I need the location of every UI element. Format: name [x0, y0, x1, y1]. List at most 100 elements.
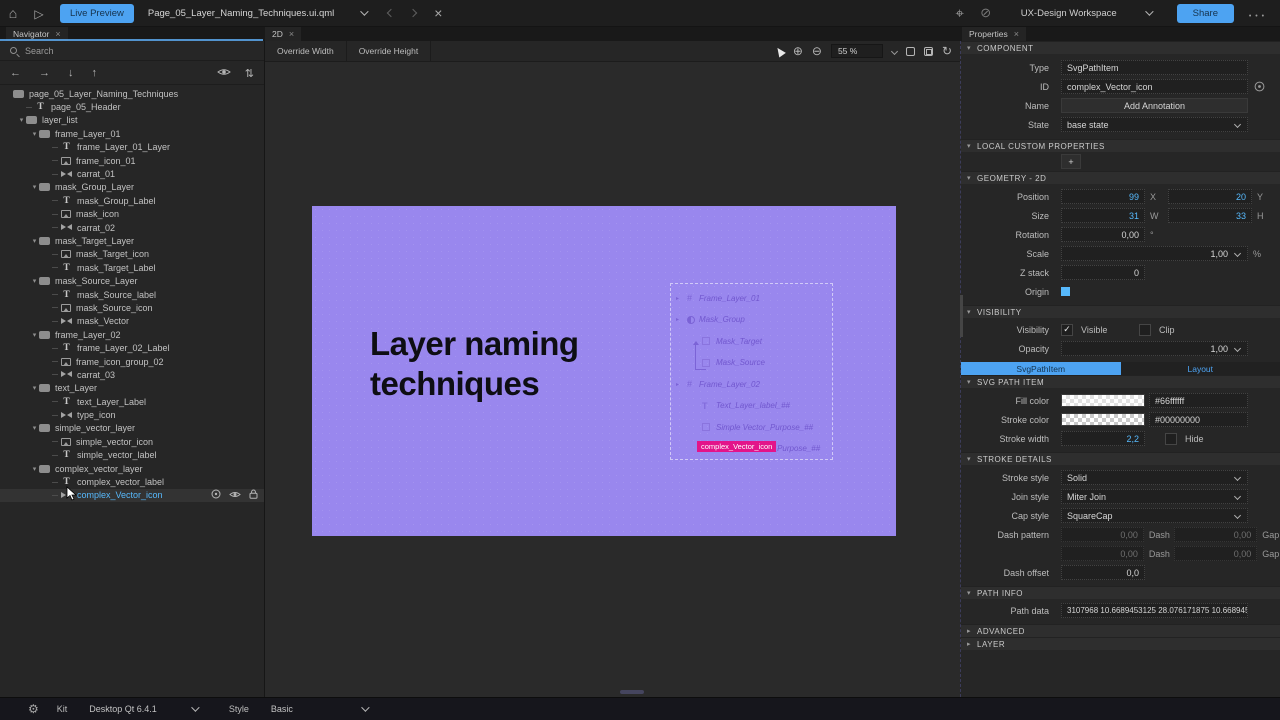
- join-style-dropdown[interactable]: Miter Join: [1061, 489, 1248, 504]
- stroke-width-field[interactable]: 2,2: [1061, 431, 1145, 446]
- tree-item-mask_Source_label[interactable]: Tmask_Source_label: [0, 288, 264, 301]
- tree-item-complex_Vector_icon[interactable]: complex_Vector_icon: [0, 489, 264, 502]
- search-input[interactable]: [25, 46, 225, 56]
- tree-item-text_Layer[interactable]: ▾text_Layer: [0, 382, 264, 395]
- tree-item-carrat_03[interactable]: carrat_03: [0, 368, 264, 381]
- tree-item-layer_list[interactable]: ▾layer_list: [0, 114, 264, 127]
- position-y-field[interactable]: 20: [1168, 189, 1252, 204]
- tree-item-page_05_Layer_Naming_Techniques[interactable]: page_05_Layer_Naming_Techniques: [0, 87, 264, 100]
- size-w-field[interactable]: 31: [1061, 208, 1145, 223]
- clip-checkbox[interactable]: [1139, 324, 1151, 336]
- properties-scrollbar[interactable]: [960, 295, 963, 337]
- file-tab[interactable]: Page_05_Layer_Naming_Techniques.ui.qml: [148, 5, 443, 21]
- artboard[interactable]: Layer naming techniques complex_Vector_i…: [312, 206, 896, 536]
- tree-item-mask_icon[interactable]: mask_icon: [0, 208, 264, 221]
- expand-caret-icon[interactable]: ▾: [30, 183, 39, 191]
- section-layer[interactable]: ▸ LAYER: [961, 637, 1280, 650]
- select-tool-icon[interactable]: [774, 45, 786, 57]
- hide-checkbox[interactable]: [1165, 433, 1177, 445]
- section-component[interactable]: ▾ COMPONENT: [961, 41, 1280, 54]
- expand-caret-icon[interactable]: ▾: [30, 424, 39, 432]
- section-advanced[interactable]: ▸ ADVANCED: [961, 624, 1280, 637]
- tree-item-frame_icon_01[interactable]: frame_icon_01: [0, 154, 264, 167]
- tree-item-type_icon[interactable]: type_icon: [0, 408, 264, 421]
- tab-2d-close-icon[interactable]: ×: [289, 29, 294, 39]
- add-annotation-button[interactable]: Add Annotation: [1061, 98, 1248, 113]
- tree-item-simple_vector_label[interactable]: Tsimple_vector_label: [0, 449, 264, 462]
- style-selector[interactable]: Basic: [271, 704, 293, 714]
- rotation-field[interactable]: 0,00: [1061, 227, 1145, 242]
- expand-caret-icon[interactable]: ▾: [30, 277, 39, 285]
- tab-layout[interactable]: Layout: [1121, 362, 1280, 375]
- run-icon[interactable]: [26, 6, 52, 21]
- section-path-info[interactable]: ▾ PATH INFO: [961, 586, 1280, 599]
- expand-caret-icon[interactable]: ▾: [30, 331, 39, 339]
- tree-item-frame_Layer_02_Label[interactable]: Tframe_Layer_02_Label: [0, 341, 264, 354]
- zstack-field[interactable]: 0: [1061, 265, 1145, 280]
- zoom-out-icon[interactable]: [812, 44, 822, 58]
- more-menu-icon[interactable]: [1244, 6, 1270, 21]
- tree-item-mask_Group_Layer[interactable]: ▾mask_Group_Layer: [0, 181, 264, 194]
- size-h-field[interactable]: 33: [1168, 208, 1252, 223]
- cap-style-dropdown[interactable]: SquareCap: [1061, 508, 1248, 523]
- move-right-icon[interactable]: →: [39, 67, 50, 79]
- tab-navigator-close-icon[interactable]: ×: [55, 29, 60, 39]
- tree-item-mask_Source_Layer[interactable]: ▾mask_Source_Layer: [0, 274, 264, 287]
- stroke-color-hex-field[interactable]: #00000000: [1149, 412, 1248, 427]
- gap2-field[interactable]: 0,00: [1174, 546, 1257, 561]
- expand-caret-icon[interactable]: ▾: [30, 130, 39, 138]
- stroke-color-swatch[interactable]: [1061, 413, 1145, 426]
- override-height-button[interactable]: Override Height: [347, 41, 432, 61]
- zoom-in-icon[interactable]: [793, 44, 803, 58]
- section-visibility[interactable]: ▾ VISIBILITY: [961, 305, 1280, 318]
- tree-item-mask_Source_icon[interactable]: mask_Source_icon: [0, 301, 264, 314]
- live-preview-button[interactable]: Live Preview: [60, 4, 134, 23]
- kit-chevron-icon[interactable]: [191, 703, 199, 711]
- zoom-level-field[interactable]: 55 %: [831, 44, 883, 58]
- tree-item-frame_icon_group_02[interactable]: frame_icon_group_02: [0, 355, 264, 368]
- tree-item-carrat_01[interactable]: carrat_01: [0, 167, 264, 180]
- show-hidden-eye-icon[interactable]: [217, 64, 231, 82]
- tree-item-mask_Target_Layer[interactable]: ▾mask_Target_Layer: [0, 234, 264, 247]
- override-width-button[interactable]: Override Width: [265, 41, 347, 61]
- tree-item-frame_Layer_01_Layer[interactable]: Tframe_Layer_01_Layer: [0, 141, 264, 154]
- position-x-field[interactable]: 99: [1061, 189, 1145, 204]
- tree-item-mask_Vector[interactable]: mask_Vector: [0, 315, 264, 328]
- tab-2d[interactable]: 2D ×: [265, 27, 301, 41]
- tab-svgpathitem[interactable]: SvgPathItem: [961, 362, 1121, 375]
- path-data-field[interactable]: 3107968 10.6689453125 28.076171875 10.66…: [1061, 603, 1248, 618]
- tree-item-mask_Group_Label[interactable]: Tmask_Group_Label: [0, 194, 264, 207]
- style-chevron-icon[interactable]: [361, 703, 369, 711]
- origin-selector[interactable]: [1061, 287, 1070, 296]
- forward-icon[interactable]: [409, 9, 417, 17]
- id-field[interactable]: complex_Vector_icon: [1061, 79, 1248, 94]
- kit-settings-gear-icon[interactable]: [28, 702, 39, 716]
- section-stroke-details[interactable]: ▾ STROKE DETAILS: [961, 452, 1280, 465]
- home-icon[interactable]: [0, 5, 26, 21]
- fit-screen-icon[interactable]: [906, 47, 915, 56]
- alias-icon[interactable]: [211, 489, 221, 501]
- tab-properties-close-icon[interactable]: ×: [1014, 29, 1019, 39]
- gap1-field[interactable]: 0,00: [1174, 527, 1257, 542]
- sync-disabled-icon[interactable]: [973, 5, 999, 21]
- tree-item-page_05_Header[interactable]: Tpage_05_Header: [0, 100, 264, 113]
- tree-item-mask_Target_Label[interactable]: Tmask_Target_Label: [0, 261, 264, 274]
- tree-item-frame_Layer_02[interactable]: ▾frame_Layer_02: [0, 328, 264, 341]
- tree-item-simple_vector_icon[interactable]: simple_vector_icon: [0, 435, 264, 448]
- scale-dropdown[interactable]: 1,00: [1061, 246, 1248, 261]
- expand-caret-icon[interactable]: ▾: [30, 465, 39, 473]
- back-icon[interactable]: [387, 9, 395, 17]
- export-alias-icon[interactable]: [1254, 81, 1265, 92]
- fill-color-swatch[interactable]: [1061, 394, 1145, 407]
- kit-selector[interactable]: Desktop Qt 6.4.1: [89, 704, 157, 714]
- stroke-style-dropdown[interactable]: Solid: [1061, 470, 1248, 485]
- tree-item-frame_Layer_01[interactable]: ▾frame_Layer_01: [0, 127, 264, 140]
- tree-item-complex_vector_layer[interactable]: ▾complex_vector_layer: [0, 462, 264, 475]
- workspace-chevron-icon[interactable]: [1145, 7, 1153, 15]
- reset-view-icon[interactable]: [942, 44, 952, 58]
- section-local-custom[interactable]: ▾ LOCAL CUSTOM PROPERTIES: [961, 139, 1280, 152]
- lock-icon[interactable]: [249, 489, 258, 501]
- dash1-field[interactable]: 0,00: [1061, 527, 1144, 542]
- canvas-horizontal-scrollbar[interactable]: [620, 690, 644, 694]
- section-geometry[interactable]: ▾ GEOMETRY - 2D: [961, 171, 1280, 184]
